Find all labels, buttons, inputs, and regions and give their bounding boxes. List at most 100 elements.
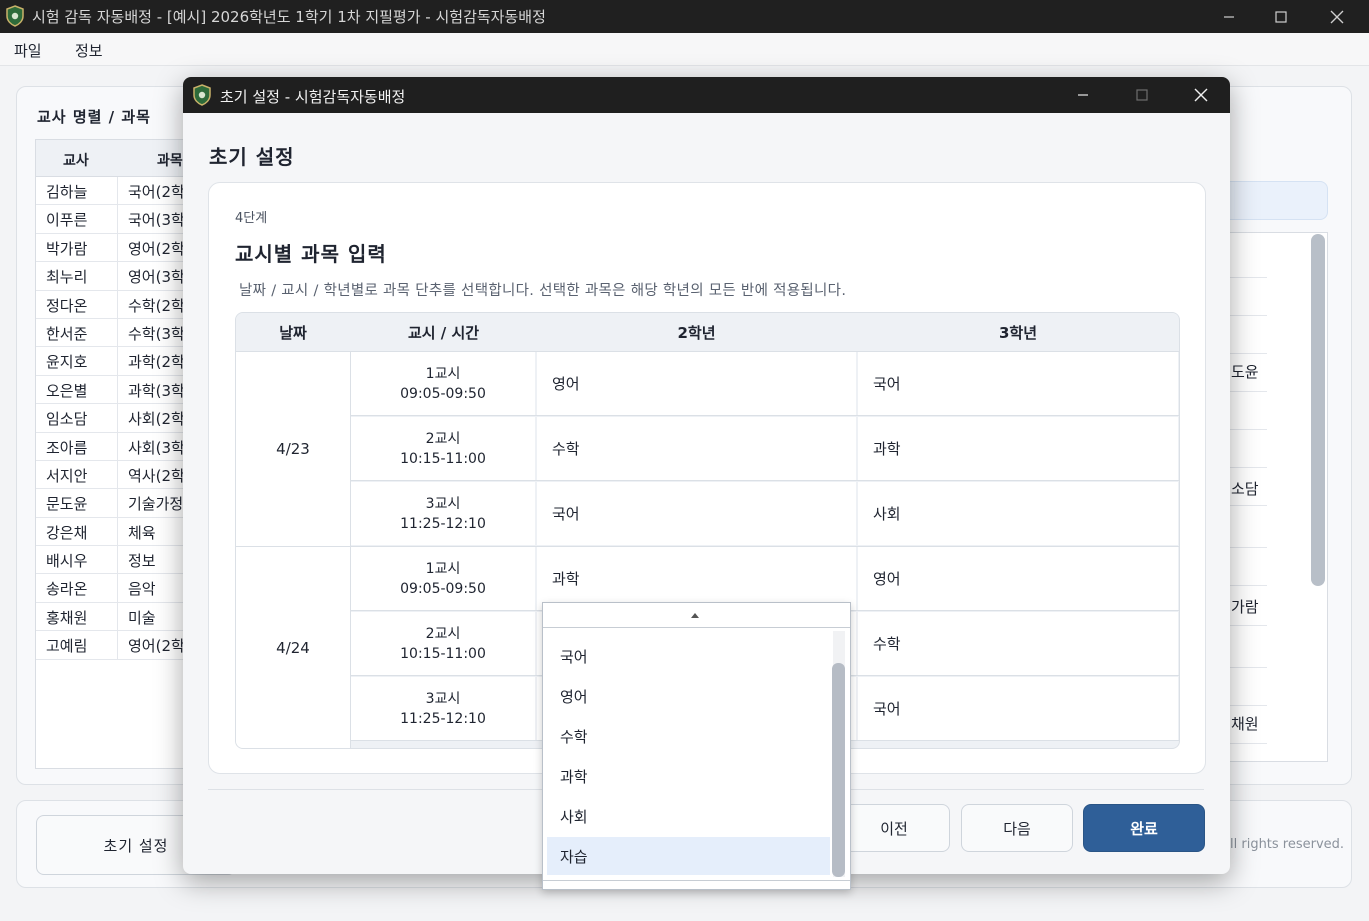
- date-cell: 4/24: [236, 547, 351, 748]
- right-list-item: 도윤: [1231, 363, 1259, 381]
- col-date: 날짜: [236, 313, 350, 351]
- step-title: 교시별 과목 입력: [235, 242, 387, 266]
- col-subject[interactable]: 과목: [157, 150, 183, 170]
- col-grade3: 3학년: [858, 313, 1178, 351]
- close-icon: [1194, 88, 1208, 102]
- time-label: 10:15-11:00: [400, 450, 486, 467]
- right-list-item: 채원: [1231, 715, 1259, 733]
- col-period-time: 교시 / 시간: [351, 313, 536, 351]
- time-label: 11:25-12:10: [400, 515, 486, 532]
- period-label: 2교시: [425, 430, 461, 447]
- dropdown-option[interactable]: 자습: [547, 837, 830, 875]
- grade3-subject-button[interactable]: 수학: [858, 612, 1178, 675]
- period-time-cell: 2교시 10:15-11:00: [351, 612, 535, 675]
- right-search-field[interactable]: [1218, 181, 1328, 220]
- grade2-subject-button[interactable]: 영어: [537, 352, 856, 415]
- right-list-scrollbar[interactable]: [1311, 234, 1325, 586]
- col-grade2: 2학년: [537, 313, 856, 351]
- teacher-subject: 체육: [128, 523, 156, 542]
- menu-info[interactable]: 정보: [75, 40, 103, 61]
- minimize-icon: [1224, 15, 1234, 18]
- main-titlebar: 시험 감독 자동배정 - [예시] 2026학년도 1학기 1차 지필평가 - …: [0, 0, 1369, 33]
- minimize-icon: [1078, 94, 1088, 96]
- step-description: 날짜 / 교시 / 학년별로 과목 단추를 선택합니다. 선택한 과목은 해당 …: [239, 283, 847, 299]
- time-label: 09:05-09:50: [400, 580, 486, 597]
- subject-dropdown[interactable]: 국어 영어 수학 과학 사회 자습: [542, 602, 851, 890]
- teacher-subject: 수학(2학: [128, 296, 185, 315]
- grade2-subject-button[interactable]: 수학: [537, 417, 856, 480]
- grade3-subject-button[interactable]: 영어: [858, 547, 1178, 610]
- caret-up-icon: [691, 613, 699, 618]
- period-label: 3교시: [425, 495, 461, 512]
- grade3-subject-button[interactable]: 국어: [858, 677, 1178, 740]
- teacher-name: 최누리: [46, 268, 88, 287]
- right-list-item: 가람: [1231, 598, 1259, 616]
- maximize-button[interactable]: [1258, 0, 1304, 33]
- teacher-name: 이푸른: [46, 211, 88, 230]
- period-label: 3교시: [425, 690, 461, 707]
- time-label: 11:25-12:10: [400, 710, 486, 727]
- teacher-subject: 사회(3학: [128, 438, 185, 457]
- teacher-name: 문도윤: [46, 495, 88, 514]
- right-list-item: 소담: [1231, 480, 1259, 498]
- close-button[interactable]: [1314, 0, 1360, 33]
- teacher-subject: 수학(3학: [128, 324, 185, 343]
- period-time-cell: 3교시 11:25-12:10: [351, 482, 535, 545]
- time-label: 10:15-11:00: [400, 645, 486, 662]
- teacher-name: 박가람: [46, 239, 88, 258]
- close-icon: [1330, 10, 1344, 23]
- teacher-subject: 영어(3학: [128, 268, 185, 287]
- maximize-icon: [1136, 89, 1148, 101]
- period-time-cell: 2교시 10:15-11:00: [351, 417, 535, 480]
- teacher-panel-title: 교사 명렬 / 과목: [37, 108, 151, 126]
- period-label: 1교시: [425, 560, 461, 577]
- date-cell: 4/23: [236, 352, 351, 546]
- teacher-subject: 정보: [128, 552, 156, 571]
- teacher-name: 서지안: [46, 466, 88, 485]
- period-time-cell: 1교시 09:05-09:50: [351, 352, 535, 415]
- app-shield-icon: [5, 5, 25, 31]
- prev-button[interactable]: 이전: [838, 804, 950, 852]
- dropdown-scroll-up[interactable]: [543, 603, 850, 628]
- teacher-subject: 영어(2학: [128, 239, 185, 258]
- teacher-name: 홍채원: [46, 608, 88, 627]
- dialog-maximize-button[interactable]: [1113, 77, 1171, 113]
- teacher-name: 윤지호: [46, 353, 88, 372]
- teacher-subject: 국어(2학: [128, 183, 185, 201]
- maximize-icon: [1275, 10, 1287, 23]
- dialog-minimize-button[interactable]: [1054, 77, 1112, 113]
- dropdown-option[interactable]: 국어: [547, 637, 830, 675]
- menubar: 파일 정보: [0, 33, 1369, 66]
- teacher-name: 임소담: [46, 410, 88, 429]
- dialog-close-button[interactable]: [1172, 77, 1230, 113]
- teacher-subject: 사회(2학: [128, 410, 185, 429]
- dropdown-scroll-thumb[interactable]: [832, 663, 845, 877]
- dropdown-option[interactable]: 과학: [547, 757, 830, 795]
- next-button[interactable]: 다음: [961, 804, 1073, 852]
- menu-file[interactable]: 파일: [14, 40, 42, 61]
- grade3-subject-button[interactable]: 사회: [858, 482, 1178, 545]
- finish-button[interactable]: 완료: [1083, 804, 1205, 852]
- dialog-title: 초기 설정 - 시험감독자동배정: [220, 88, 406, 106]
- col-teacher[interactable]: 교사: [63, 150, 89, 170]
- dialog-titlebar: 초기 설정 - 시험감독자동배정: [183, 77, 1230, 113]
- teacher-name: 김하늘: [46, 183, 88, 201]
- dropdown-option[interactable]: 영어: [547, 677, 830, 715]
- dropdown-option[interactable]: 사회: [547, 797, 830, 835]
- teacher-name: 정다온: [46, 296, 88, 315]
- teacher-subject: 미술: [128, 608, 156, 627]
- dropdown-option[interactable]: 수학: [547, 717, 830, 755]
- minimize-button[interactable]: [1206, 0, 1252, 33]
- grade2-subject-button[interactable]: 국어: [537, 482, 856, 545]
- copyright-text: ll rights reserved.: [1230, 837, 1345, 852]
- grade3-subject-button[interactable]: 국어: [858, 352, 1178, 415]
- main-window-title: 시험 감독 자동배정 - [예시] 2026학년도 1학기 1차 지필평가 - …: [32, 8, 546, 26]
- period-time-cell: 1교시 09:05-09:50: [351, 547, 535, 610]
- grade2-subject-button[interactable]: 과학: [537, 547, 856, 610]
- time-label: 09:05-09:50: [400, 385, 486, 402]
- grade3-subject-button[interactable]: 과학: [858, 417, 1178, 480]
- teacher-name: 오은별: [46, 381, 88, 400]
- teacher-subject: 영어(2학: [128, 637, 185, 656]
- teacher-subject: 음악: [128, 580, 156, 599]
- teacher-name: 조아름: [46, 438, 88, 457]
